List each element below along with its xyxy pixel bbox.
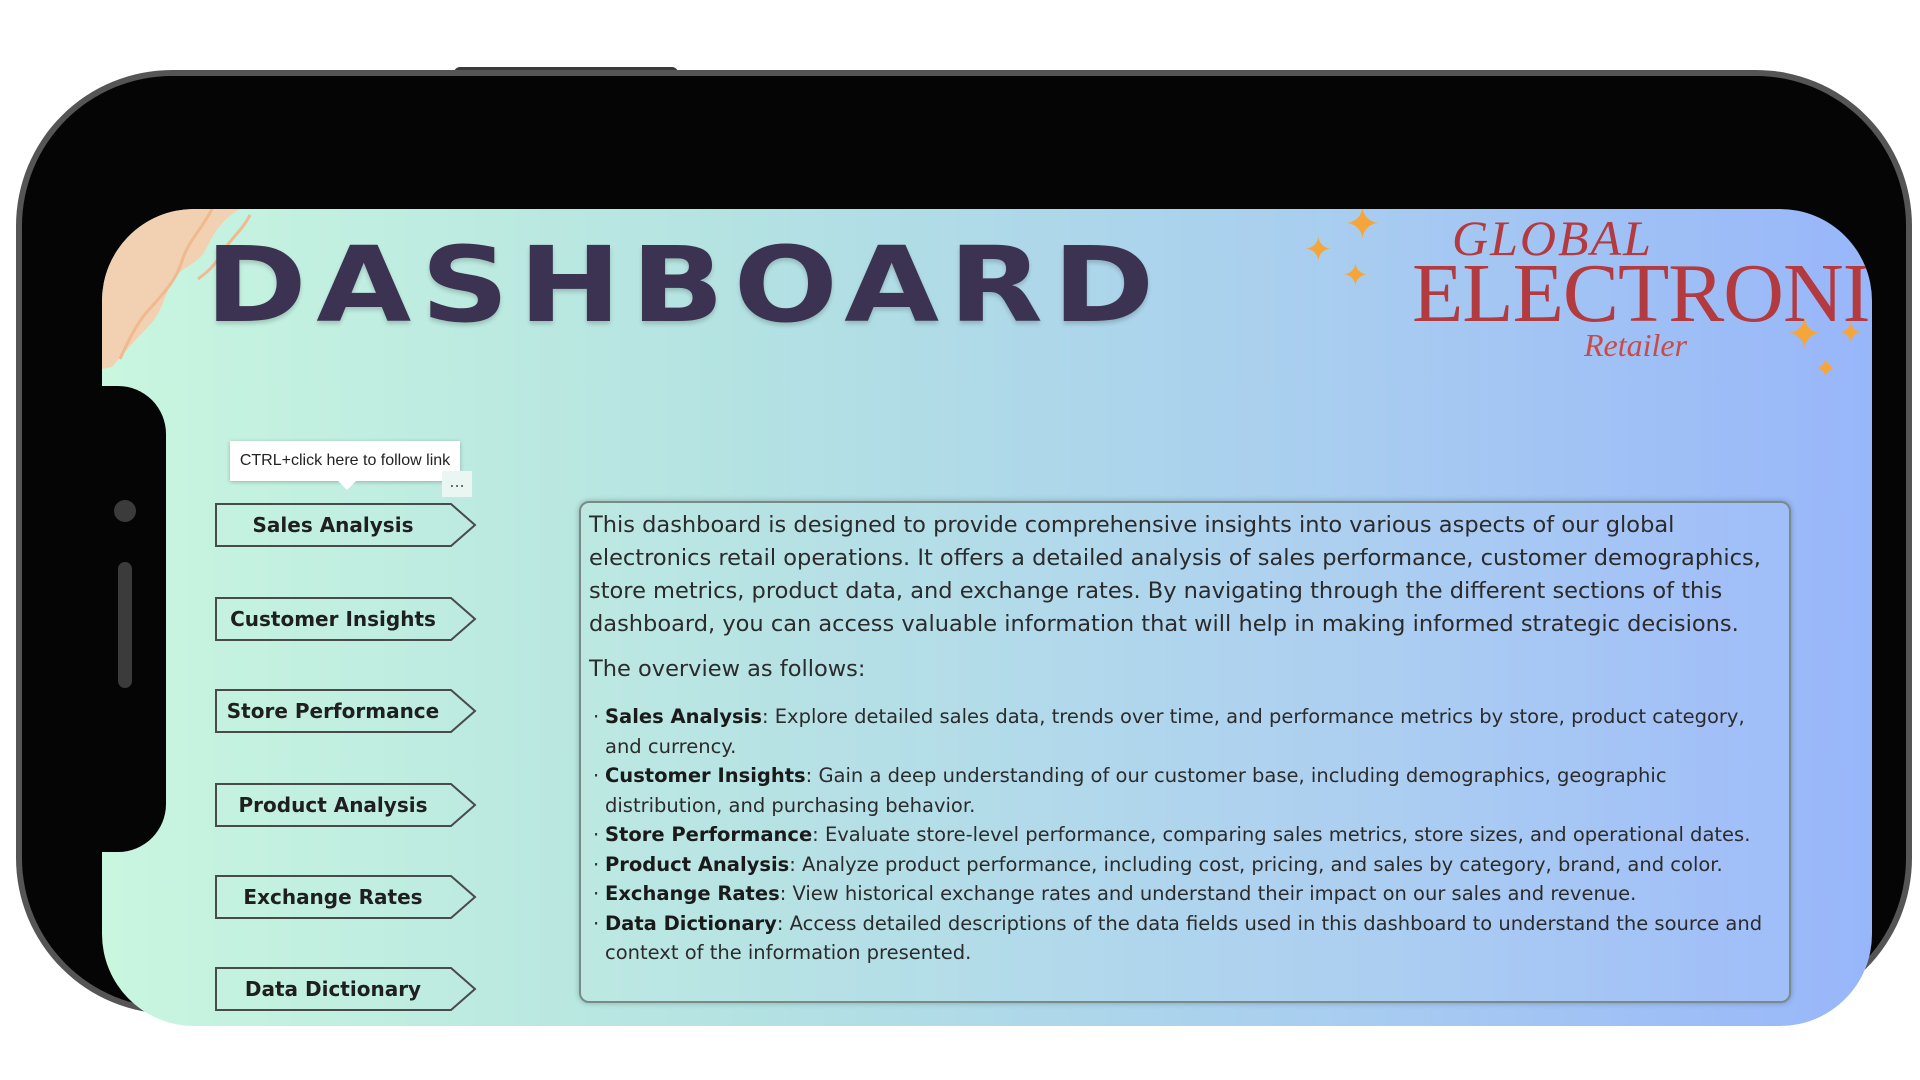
nav-exchange-rates-button[interactable]: Exchange Rates (215, 875, 477, 919)
sparkle-icon: ✦ (1342, 256, 1369, 294)
global-electronics-logo: ✦ ✦ ✦ ✦ ✦ ✦ GLOBAL ELECTRONICS Retailer (1302, 209, 1872, 403)
list-item: · Customer Insights: Gain a deep understa… (593, 764, 1667, 817)
list-item-description: : Evaluate store-level performance, comp… (812, 823, 1751, 846)
nav-product-analysis-button[interactable]: Product Analysis (215, 783, 477, 827)
nav-customer-insights-button[interactable]: Customer Insights (215, 597, 477, 641)
link-tooltip: CTRL+click here to follow link (230, 441, 460, 481)
nav-data-dictionary-label: Data Dictionary (244, 977, 422, 1001)
nav-exchange-rates-label: Exchange Rates (243, 885, 423, 909)
intro-paragraph: This dashboard is designed to provide co… (589, 512, 1761, 637)
list-item-description: : Explore detailed sales data, trends ov… (605, 705, 1745, 758)
more-options-icon[interactable]: ... (442, 471, 472, 497)
list-item-description: : View historical exchange rates and und… (779, 882, 1637, 905)
list-item: · Product Analysis: Analyze product perfo… (593, 852, 1723, 876)
list-item-term: Exchange Rates (605, 882, 780, 905)
page-title: DASHBOARD (205, 224, 1164, 346)
speaker-slot (118, 562, 132, 688)
nav-product-analysis-label: Product Analysis (238, 793, 428, 817)
list-item: · Exchange Rates: View historical exchang… (593, 882, 1637, 905)
logo-retailer-text: Retailer (1584, 327, 1688, 363)
camera-icon (114, 500, 136, 522)
list-item-term: Customer Insights (605, 764, 806, 787)
dashboard-screen: DASHBOARD ✦ ✦ ✦ ✦ ✦ ✦ GLOBAL ELECTRONICS… (102, 209, 1872, 1026)
tooltip-arrow (337, 480, 357, 490)
list-item-term: Store Performance (605, 823, 813, 846)
description-panel: This dashboard is designed to provide co… (579, 501, 1791, 1003)
nav-store-performance-button[interactable]: Store Performance (215, 689, 477, 733)
list-item: · Sales Analysis: Explore detailed sales … (593, 705, 1745, 758)
list-item-description: : Access detailed descriptions of the da… (605, 911, 1763, 965)
list-item-term: Product Analysis (605, 852, 790, 876)
sparkle-icon: ✦ (1814, 352, 1838, 385)
list-item-description: : Analyze product performance, including… (789, 852, 1723, 876)
nav-store-performance-label: Store Performance (226, 699, 440, 723)
nav-customer-insights-label: Customer Insights (230, 607, 436, 631)
nav-data-dictionary-button[interactable]: Data Dictionary (215, 967, 477, 1011)
overview-heading: The overview as follows: (589, 656, 866, 682)
section-list: · Sales Analysis: Explore detailed sales … (589, 702, 1781, 968)
list-item-term: Data Dictionary (605, 911, 777, 935)
phone-frame: DASHBOARD ✦ ✦ ✦ ✦ ✦ ✦ GLOBAL ELECTRONICS… (22, 76, 1906, 1026)
nav-sales-analysis-button[interactable]: Sales Analysis (215, 503, 477, 547)
phone-notch (60, 386, 166, 852)
sparkle-icon: ✦ (1344, 209, 1381, 250)
list-item: · Store Performance: Evaluate store-level… (593, 823, 1751, 846)
list-item: · Data Dictionary: Access detailed descri… (593, 911, 1763, 965)
list-item-term: Sales Analysis (605, 705, 762, 728)
nav-sales-analysis-label: Sales Analysis (252, 513, 414, 537)
sparkle-icon: ✦ (1304, 230, 1333, 270)
